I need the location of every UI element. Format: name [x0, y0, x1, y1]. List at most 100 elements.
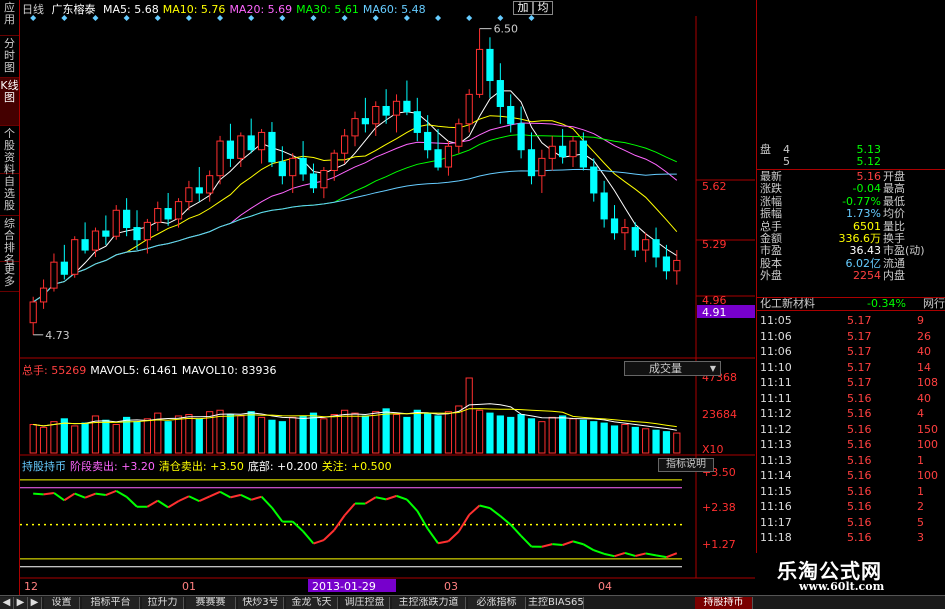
sidebar-item-4[interactable]: 自选股 [0, 174, 19, 216]
volume-bar [320, 418, 328, 454]
candle [226, 123, 235, 168]
tick-volume: 40 [917, 345, 931, 358]
bottom-tab-0[interactable]: 设置 [44, 597, 80, 609]
bottom-tab-7[interactable]: 主控涨跌力道 [392, 597, 466, 609]
tick-price: 5.16 [847, 453, 872, 467]
bottom-tab-2[interactable]: 拉升力 [142, 597, 184, 609]
tick-volume: 26 [917, 329, 931, 343]
sidebar-item-6[interactable]: 更多 [0, 262, 19, 292]
sidebar-item-5[interactable]: 综合排名 [0, 216, 19, 266]
bottom-tab-8[interactable]: 必涨指标 [468, 597, 526, 609]
candle [195, 167, 203, 202]
time-axis-label: 01 [182, 580, 196, 593]
tick-time: 11:18 [760, 531, 792, 544]
indicator-segment [302, 530, 315, 545]
candle [299, 141, 307, 181]
candle [621, 218, 629, 251]
bottom-tab-3[interactable]: 赛赛赛 [186, 597, 236, 609]
volume-bar [652, 429, 660, 454]
volume-bar [673, 432, 681, 454]
bottom-tab-5[interactable]: 金龙飞天 [286, 597, 338, 609]
add-button[interactable]: 加 [513, 1, 533, 15]
indicator-segment [520, 535, 533, 548]
volume-bar [569, 418, 577, 454]
scroll-end-icon[interactable]: ▶ [28, 597, 42, 609]
tick-time: 11:14 [760, 469, 792, 482]
indicator-segment [240, 493, 252, 501]
scroll-left-icon[interactable]: ◀ [0, 597, 14, 609]
volume-bar [299, 415, 307, 454]
volume-bar [123, 416, 131, 454]
tick-price: 5.17 [847, 314, 872, 327]
volume-bar [133, 421, 141, 454]
volume-bar [361, 415, 369, 454]
volume-bar [195, 418, 203, 454]
ma-legend-item: MA30: 5.61 [296, 3, 359, 16]
sector-row[interactable]: 化工新材料 -0.34% 网行 [757, 297, 945, 311]
volume-bar [392, 414, 401, 454]
candle [257, 128, 266, 164]
quote-value: 6.02亿 [845, 256, 882, 270]
candle [91, 227, 100, 257]
tick-time: 11:05 [760, 314, 792, 327]
candle [548, 135, 556, 171]
volume-bar [351, 412, 359, 454]
volume-bar [112, 423, 120, 454]
chart-area[interactable]: 6.50 4.73 5.62 5.29 4.96 4.91 47368 23684 X10 +3.… [20, 0, 755, 595]
bottom-tab-1[interactable]: 指标平台 [82, 597, 140, 609]
bottom-tab-6[interactable]: 调庄控盘 [340, 597, 390, 609]
quote-row: 总手 6501 量比 [757, 220, 945, 233]
tick-price: 5.16 [847, 515, 872, 529]
time-axis-label: 12 [24, 580, 38, 593]
sector-extra: 网行 [923, 297, 945, 310]
volume-bar [403, 416, 411, 454]
quote-panel: 盘 4 5.13 5 5.12 最新 5.16 开盘 涨跌 -0.04 最高 涨幅 -0.77% 最低 振幅… [756, 0, 945, 595]
candle [216, 135, 224, 185]
quote-row: 股本 6.02亿 流通 [757, 256, 945, 270]
candle [247, 118, 255, 154]
tick-row: 11:17 5.16 5 [757, 516, 945, 530]
candle [642, 232, 650, 263]
indicator-segment [655, 554, 667, 559]
scroll-right-icon[interactable]: ▶ [14, 597, 28, 609]
volume-axis-label: 23684 [702, 408, 737, 421]
indicator-segment [167, 500, 180, 509]
quote-label-right: 流通 [883, 256, 905, 270]
volume-bar [465, 377, 473, 454]
indicator-segment [105, 489, 117, 496]
sidebar-item-3[interactable]: 个股资料 [0, 126, 19, 176]
indicator-segment [489, 507, 501, 517]
tick-time: 11:17 [760, 515, 792, 529]
sidebar-item-2[interactable]: K线图 [0, 78, 19, 126]
candle [631, 222, 639, 257]
candle [29, 296, 37, 335]
indicator-segment [552, 543, 563, 546]
sidebar-item-1[interactable]: 分时图 [0, 36, 19, 78]
ma-legend-item: MA10: 5.76 [162, 3, 226, 16]
bottom-tab-9[interactable]: 主控BIAS65 [528, 597, 584, 609]
candle [496, 63, 504, 124]
time-axis-label: 04 [598, 580, 612, 593]
indicator-segment [95, 492, 106, 497]
indicator-legend-item: 底部: +0.200 [247, 460, 318, 473]
volume-dropdown[interactable]: 成交量 ▼ [624, 361, 721, 376]
indicator-help-button[interactable]: 指标说明 [658, 458, 714, 472]
kline-chart-svg[interactable]: 6.504.735.625.294.964.914736823684X10+3.… [20, 0, 755, 595]
quote-label-right: 最低 [883, 194, 905, 208]
indicator-segment [364, 496, 377, 505]
tick-row: 11:14 5.16 100 [757, 469, 945, 483]
candle [81, 222, 89, 254]
sidebar-item-0[interactable]: 应用 [0, 0, 19, 36]
tick-time: 11:12 [760, 407, 792, 420]
bottom-tab-4[interactable]: 快炒3号 [238, 597, 284, 609]
candle [652, 227, 660, 268]
average-button[interactable]: 均 [533, 1, 553, 15]
bottom-tab-10[interactable]: 持股持币 [695, 597, 753, 609]
ma-legend-item: MA5: 5.68 [103, 3, 159, 16]
left-sidebar: 应用 分时图 K线图 个股资料 自选股 综合排名 更多 [0, 0, 20, 595]
candle [237, 132, 245, 168]
candle [444, 141, 453, 176]
tick-row: 11:13 5.16 1 [757, 454, 945, 468]
sector-name: 化工新材料 [760, 297, 815, 310]
volume-axis-label: X10 [702, 443, 724, 456]
